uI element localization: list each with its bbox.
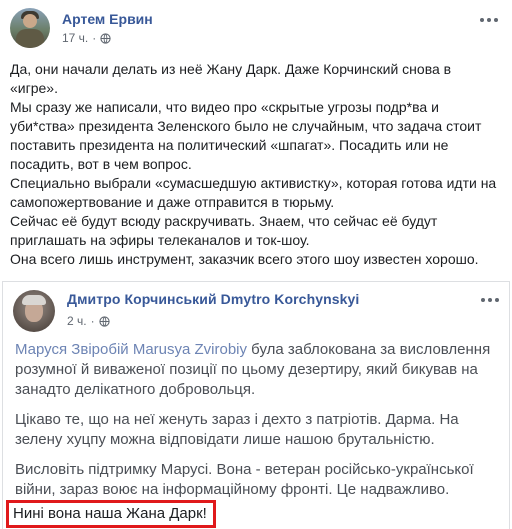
post-meta: 17 ч. · [62, 31, 111, 45]
shared-post: Дмитро Корчинський Dmytro Korchynskyi 2 … [2, 281, 510, 529]
shared-paragraph: Цікаво те, що на неї женуть зараз і дехт… [15, 411, 459, 448]
author-avatar[interactable] [10, 8, 50, 48]
shared-post-meta: 2 ч. · [67, 314, 110, 328]
meta-separator: · [92, 31, 97, 45]
globe-icon [100, 32, 111, 44]
globe-icon [98, 315, 110, 327]
post-paragraph: Специально выбрали «сумасшедшую активист… [10, 175, 497, 210]
post-paragraph: Сейчас её будут всюду раскручивать. Знае… [10, 213, 438, 248]
post-paragraph: Она всего лишь инструмент, заказчик всег… [10, 251, 479, 267]
shared-author-avatar[interactable] [13, 290, 55, 332]
post-paragraph: Мы сразу же написали, что видео про «скр… [10, 99, 482, 172]
shared-paragraph: Маруся Звіробій Marusya Zvirobiy була за… [15, 340, 501, 400]
post-timestamp[interactable]: 17 ч. [62, 31, 88, 45]
shared-post-timestamp[interactable]: 2 ч. [67, 314, 87, 328]
post-paragraph: Да, они начали делать из неё Жану Дарк. … [10, 61, 452, 96]
post-text: Да, они начали делать из неё Жану Дарк. … [10, 60, 502, 269]
post-header: Артем Ервин 17 ч. · [8, 6, 504, 50]
shared-post-text: Маруся Звіробій Marusya Zvirobiy була за… [6, 340, 501, 528]
highlighted-line: Нині вона наша Жана Дарк! [6, 500, 216, 528]
more-options-icon[interactable] [479, 292, 501, 308]
meta-separator: · [90, 314, 95, 328]
more-options-icon[interactable] [478, 12, 500, 28]
user-mention-link[interactable]: Маруся Звіробій Marusya Zvirobiy [15, 341, 247, 358]
shared-paragraph: Висловіть підтримку Марусі. Вона - ветер… [15, 461, 474, 498]
post-author-name[interactable]: Артем Ервин [62, 11, 153, 27]
shared-post-author-name[interactable]: Дмитро Корчинський Dmytro Korchynskyi [67, 291, 359, 307]
shared-post-header: Дмитро Корчинський Dmytro Korchynskyi 2 … [3, 282, 509, 338]
